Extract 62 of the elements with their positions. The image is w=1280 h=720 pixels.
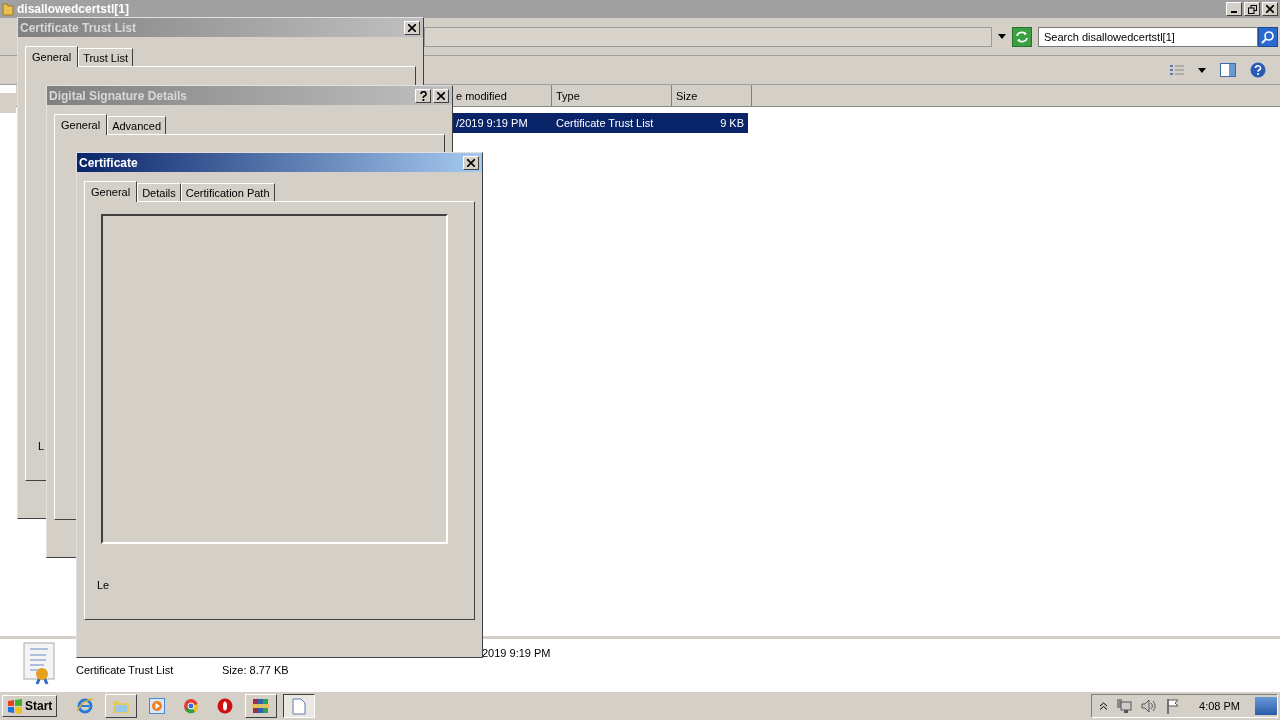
archive-icon xyxy=(252,698,271,714)
dialog-title: Certificate Trust List xyxy=(20,20,138,35)
column-header[interactable]: Size xyxy=(672,85,752,106)
close-icon xyxy=(437,91,445,100)
help-button[interactable] xyxy=(415,88,431,103)
refresh-icon xyxy=(1015,30,1029,43)
restore-button[interactable] xyxy=(1244,2,1260,16)
windows-logo-icon xyxy=(7,698,23,714)
minimize-button[interactable] xyxy=(1226,2,1242,16)
tab[interactable]: Advanced xyxy=(107,116,167,134)
document-icon xyxy=(292,697,307,715)
search-field[interactable]: Search disallowedcertstl[1] xyxy=(1038,26,1258,47)
search-button[interactable] xyxy=(1258,26,1278,47)
close-icon xyxy=(467,158,475,167)
close-button[interactable] xyxy=(404,20,420,35)
close-button[interactable] xyxy=(433,88,449,103)
ring-icon xyxy=(217,698,234,714)
clock[interactable]: 4:08 PM xyxy=(1199,700,1240,712)
start-button[interactable]: Start xyxy=(2,695,58,717)
dropdown-arrow-icon[interactable] xyxy=(1198,67,1206,73)
panel-text: L xyxy=(38,440,46,452)
column-header[interactable]: Type xyxy=(552,85,672,106)
tab[interactable]: General xyxy=(25,46,79,67)
table-cell-text: Certificate Trust List xyxy=(555,117,655,129)
close-button[interactable] xyxy=(463,155,479,170)
file-type: Certificate Trust List xyxy=(76,664,174,676)
file-size: Size: 8.77 KB xyxy=(222,664,290,676)
close-button[interactable] xyxy=(1262,2,1278,16)
tab[interactable]: General xyxy=(54,114,108,135)
preview-pane-icon[interactable] xyxy=(1220,63,1236,77)
dialog-title: Certificate xyxy=(79,155,139,170)
play-icon xyxy=(149,698,166,714)
panel-text: Le xyxy=(97,579,111,591)
close-icon xyxy=(408,23,416,32)
table-cell-text: 9 KB xyxy=(719,117,745,129)
tab[interactable]: Details xyxy=(137,183,181,201)
restore-icon xyxy=(1247,4,1257,14)
tab[interactable]: Trust List xyxy=(78,48,133,66)
flag-icon[interactable] xyxy=(1166,698,1181,714)
search-icon xyxy=(1261,29,1275,44)
taskbar-button[interactable] xyxy=(283,694,316,718)
browser-icon xyxy=(183,698,200,714)
window-title: disallowedcertstl[1] xyxy=(17,2,131,16)
question-mark-icon xyxy=(419,90,427,101)
globe-e-icon xyxy=(76,697,95,715)
table-cell-text: /2019 9:19 PM xyxy=(455,117,529,129)
refresh-button[interactable] xyxy=(1012,26,1032,47)
dropdown-arrow-icon xyxy=(998,34,1006,39)
folder-icon xyxy=(2,2,14,16)
help-icon[interactable] xyxy=(1250,62,1266,78)
file-row[interactable]: /2019 9:19 PM Certificate Trust List 9 KB xyxy=(452,113,748,133)
network-icon[interactable] xyxy=(1116,698,1133,714)
view-list-icon[interactable] xyxy=(1170,64,1184,76)
speaker-icon[interactable] xyxy=(1141,698,1158,714)
dialog-title: Digital Signature Details xyxy=(49,88,189,103)
folder-icon xyxy=(112,698,131,714)
close-icon xyxy=(1266,5,1274,13)
tab[interactable]: General xyxy=(84,181,138,202)
date-created: 2019 9:19 PM xyxy=(482,647,551,659)
tab[interactable]: Certification Path xyxy=(180,183,275,201)
chevron-up-icon[interactable] xyxy=(1100,702,1108,710)
certificate-file-icon xyxy=(22,641,58,685)
